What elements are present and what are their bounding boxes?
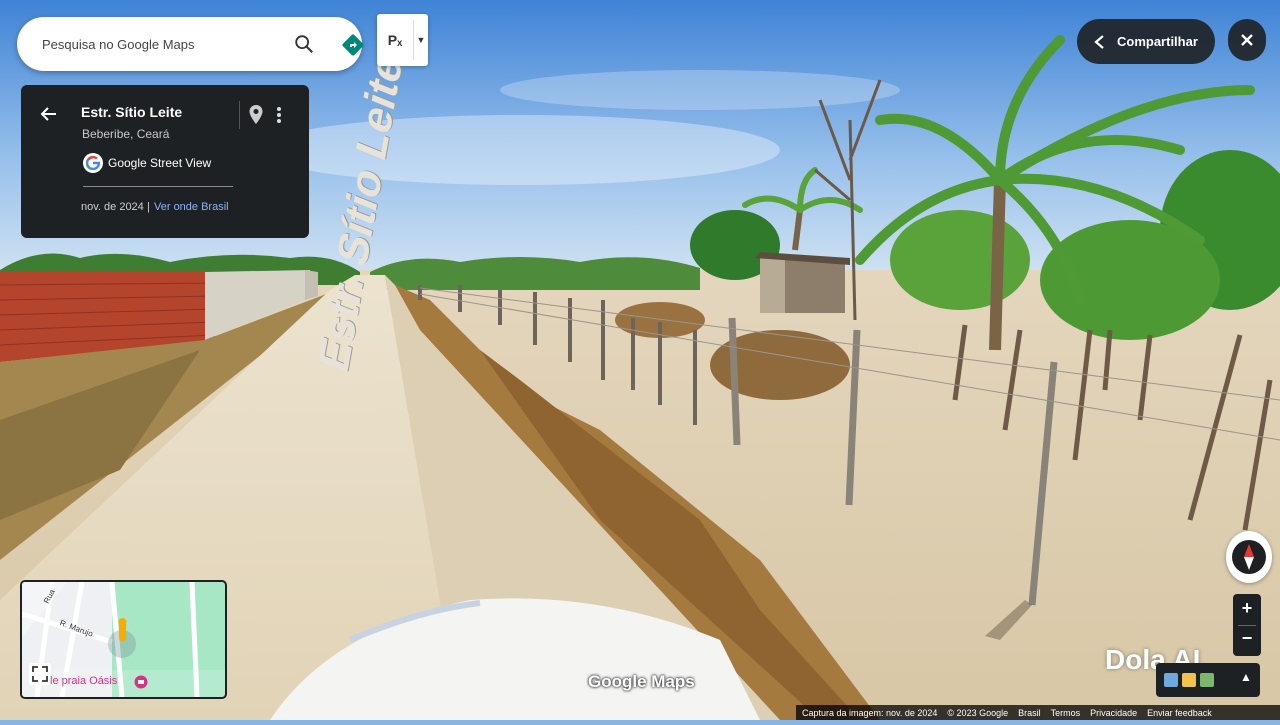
minimap-place-label: le praia Oásis	[50, 675, 118, 687]
chevron-down-icon[interactable]: ▼	[414, 35, 428, 45]
location-title: Estr. Sítio Leite	[81, 104, 183, 120]
compass-button[interactable]	[1226, 531, 1272, 583]
footer-item: Captura da imagem: nov. de 2024	[802, 707, 938, 718]
date-separator: |	[147, 201, 150, 213]
zoom-out-button[interactable]: −	[1233, 628, 1261, 649]
close-button[interactable]	[1228, 19, 1266, 61]
location-subtitle: Beberibe, Ceará	[82, 127, 170, 141]
layers-label: Pₓ	[387, 32, 403, 48]
zoom-controls: + −	[1233, 594, 1261, 656]
see-more-link[interactable]: Ver onde Brasil	[154, 201, 229, 213]
search-input[interactable]	[40, 35, 264, 53]
google-logo-icon	[83, 153, 103, 173]
footer-link[interactable]: Privacidade	[1090, 708, 1137, 718]
share-icon	[1094, 34, 1104, 49]
location-info-card: Estr. Sítio Leite Beberibe, Ceará Google…	[21, 85, 309, 238]
place-marker-icon	[134, 675, 148, 689]
footer-link[interactable]: Termos	[1051, 708, 1081, 718]
footer-link[interactable]: Enviar feedback	[1147, 708, 1212, 718]
chevron-up-icon[interactable]: ▲	[1240, 670, 1252, 684]
minimap[interactable]: Rua R. Marujo le praia Oásis	[20, 580, 227, 699]
zoom-divider	[1238, 625, 1256, 626]
zoom-in-button[interactable]: +	[1233, 598, 1261, 619]
street-view-brand: Google Street View	[108, 156, 212, 170]
google-maps-logo: Google Maps	[588, 672, 695, 691]
more-options-icon[interactable]	[271, 104, 287, 126]
search-icon[interactable]	[293, 33, 315, 55]
map-pin-icon[interactable]	[248, 104, 264, 126]
imagery-thumb	[1200, 673, 1214, 687]
directions-icon[interactable]	[341, 33, 365, 57]
imagery-thumb	[1164, 673, 1178, 687]
search-bar	[17, 17, 365, 71]
card-divider	[239, 101, 240, 129]
share-label: Compartilhar	[1117, 34, 1198, 49]
footer-item: © 2023 Google	[947, 707, 1009, 718]
imagery-thumb	[1182, 673, 1196, 687]
close-icon	[1241, 34, 1253, 46]
expand-map-icon[interactable]	[28, 662, 52, 686]
layers-button[interactable]: Pₓ ▼	[377, 14, 428, 66]
share-button[interactable]: Compartilhar	[1077, 19, 1215, 64]
card-rule	[83, 186, 233, 187]
back-arrow-icon[interactable]	[39, 104, 59, 124]
capture-date: nov. de 2024	[81, 201, 144, 213]
imagery-toggle[interactable]: ▲	[1156, 663, 1260, 697]
footer-link[interactable]: Brasil	[1018, 708, 1041, 718]
compass-icon	[1232, 540, 1266, 574]
footer-bar: Captura da imagem: nov. de 2024 © 2023 G…	[796, 705, 1280, 720]
